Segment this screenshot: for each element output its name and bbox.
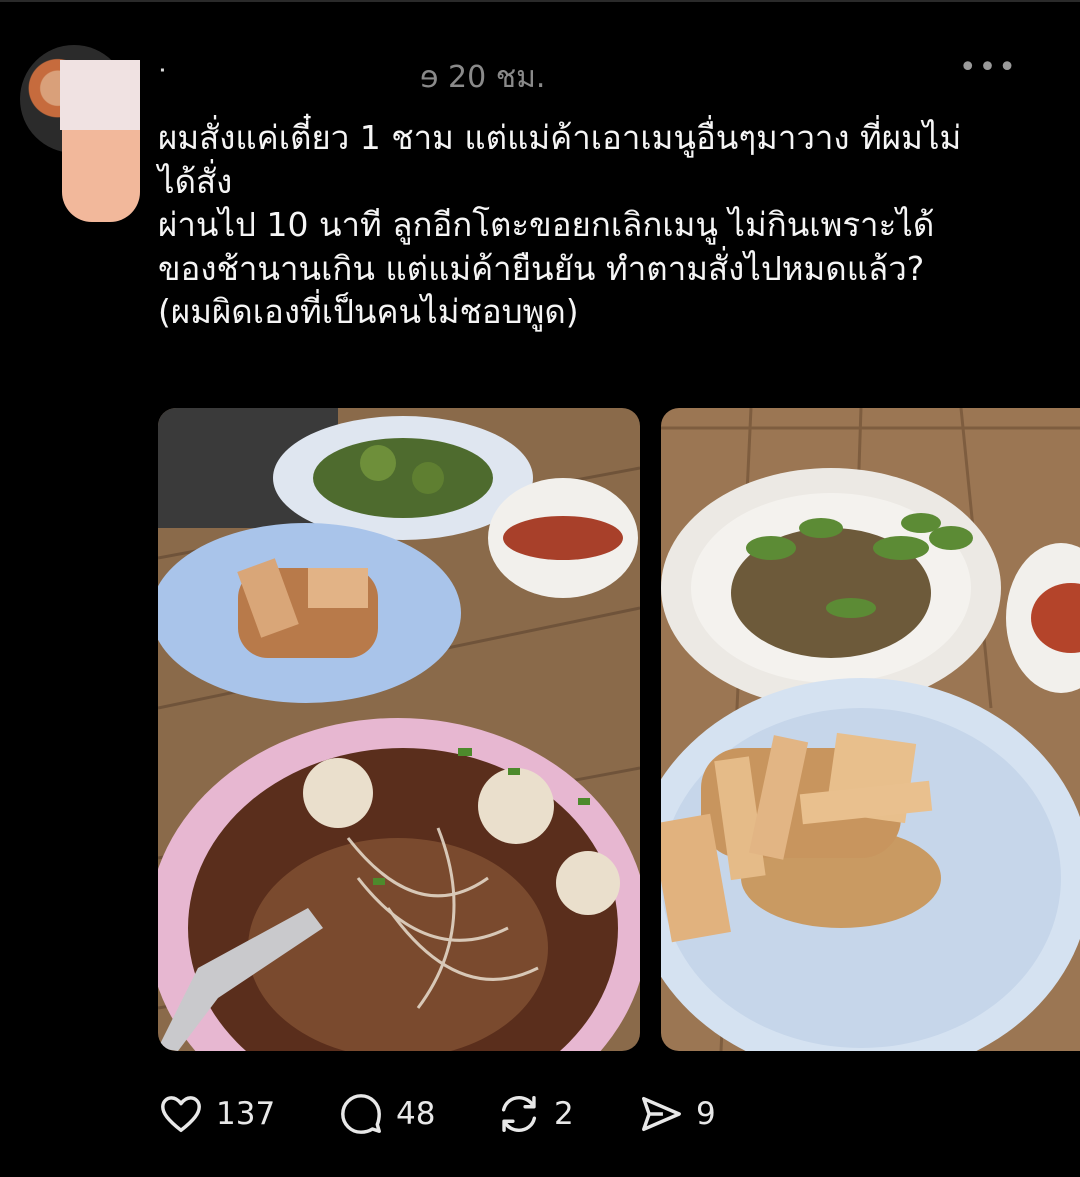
repost-arrows-icon (501, 1095, 537, 1133)
heart-icon (161, 1096, 201, 1133)
avatar[interactable] (20, 45, 140, 222)
post-body: ผมสั่งแค่เตี๋ยว 1 ชาม แต่แม่ค้าเอาเมนูอื… (158, 116, 1058, 334)
post-time: ɘ 20 ชม. (420, 54, 545, 101)
post-text-line: (ผมผิดเองที่เป็นคนไม่ชอบพูด) (158, 292, 579, 331)
comment-bubble-icon (341, 1094, 381, 1134)
repost-button[interactable]: 2 (496, 1088, 574, 1140)
top-divider (0, 0, 1080, 2)
comment-count: 48 (396, 1096, 436, 1132)
avatar-censor-block (60, 60, 140, 130)
post-text-line: ได้สั่ง (158, 161, 233, 201)
post-photo-side-dishes[interactable] (661, 408, 1080, 1051)
comment-button[interactable]: 48 (338, 1088, 435, 1140)
send-icon (642, 1096, 681, 1132)
like-count: 137 (216, 1096, 276, 1132)
post-text-line: ผมสั่งแค่เตี๋ยว 1 ชาม แต่แม่ค้าเอาเมนูอื… (158, 118, 962, 157)
share-button[interactable]: 9 (638, 1088, 716, 1140)
avatar-censor-block (62, 130, 140, 222)
more-dots-icon[interactable]: ••• (959, 50, 1018, 85)
post-photo-noodle-soup[interactable] (158, 408, 640, 1051)
repost-count: 2 (554, 1096, 574, 1132)
photo-noodle-soup (158, 408, 640, 1051)
post-text-line: ผ่านไป 10 นาที ลูกอีกโตะขอยกเลิกเมนู ไม่… (158, 205, 935, 244)
username-tail: ɘ (420, 60, 439, 95)
like-button[interactable]: 137 (158, 1088, 275, 1140)
photo-side-dishes (661, 408, 1080, 1051)
share-count: 9 (696, 1096, 716, 1132)
post-header: ᐧ ɘ 20 ชม. ••• (158, 48, 1058, 95)
post-text-line: ของช้านานเกิน แต่แม่ค้ายืนยัน ทำตามสั่งไ… (158, 248, 925, 288)
post-time-value: 20 ชม. (448, 60, 546, 95)
username[interactable]: ᐧ (158, 54, 167, 89)
